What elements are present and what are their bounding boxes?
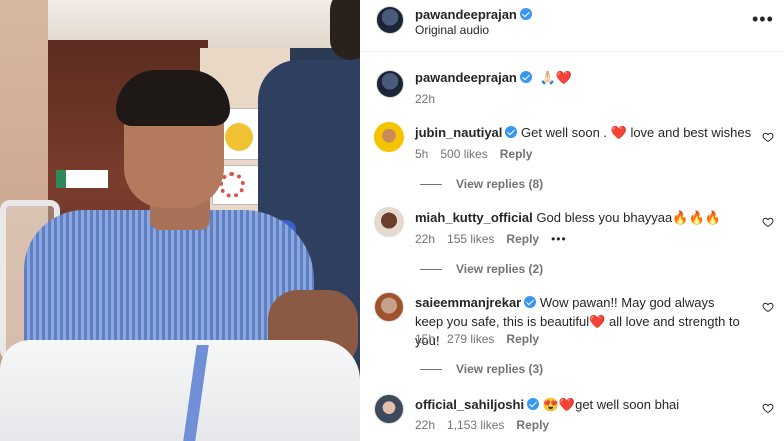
comment-meta: 22h 155 likes Reply •••: [415, 232, 579, 246]
comment-time: 22h: [415, 232, 436, 246]
hospital-sign: [56, 170, 108, 188]
view-replies-button[interactable]: View replies (8): [420, 177, 543, 191]
comment-username[interactable]: miah_kutty_official: [415, 210, 533, 225]
verified-badge-icon: [519, 71, 532, 83]
heart-outline-icon[interactable]: [762, 131, 774, 143]
caption-username[interactable]: pawandeeprajan: [415, 70, 517, 85]
comment-body: Get well soon .: [521, 125, 611, 140]
verified-badge-icon: [505, 126, 518, 138]
comment-likes[interactable]: 1,153 likes: [447, 418, 504, 432]
view-replies-button[interactable]: View replies (2): [420, 262, 543, 276]
comment-avatar[interactable]: [374, 207, 404, 237]
caption-avatar[interactable]: [376, 70, 404, 98]
reply-button[interactable]: Reply: [500, 147, 533, 161]
comment-time: 22h: [415, 418, 436, 432]
comment-body: God bless you bhayyaa: [536, 210, 673, 225]
comment-avatar[interactable]: [374, 292, 404, 322]
blanket: [0, 340, 360, 441]
comment-meta: 15h 279 likes Reply: [415, 332, 551, 346]
comment-text: official_sahiljoshi 😍❤️get well soon bha…: [415, 395, 755, 414]
caption-emojis: 🙏🏻❤️: [539, 70, 572, 85]
heart-outline-icon[interactable]: [762, 301, 774, 313]
heart-emoji: ❤️: [589, 314, 606, 329]
verified-badge-icon: [524, 296, 537, 308]
author-avatar[interactable]: [376, 6, 404, 34]
comment-username[interactable]: official_sahiljoshi: [415, 397, 524, 412]
reply-button[interactable]: Reply: [506, 332, 539, 346]
caption-row: pawandeeprajan 🙏🏻❤️: [415, 70, 572, 86]
reply-button[interactable]: Reply: [516, 418, 549, 432]
author-username-row[interactable]: pawandeeprajan: [415, 7, 532, 22]
heart-outline-icon[interactable]: [762, 402, 774, 414]
comments-panel: pawandeeprajan Original audio ••• pawand…: [360, 0, 784, 441]
comment-avatar[interactable]: [374, 122, 404, 152]
comment-time: 5h: [415, 147, 429, 161]
video-frame[interactable]: [0, 0, 360, 441]
comment-username[interactable]: saieemmanjrekar: [415, 295, 521, 310]
audio-label[interactable]: Original audio: [415, 23, 489, 37]
comment-text: jubin_nautiyal Get well soon . ❤️ love a…: [415, 123, 755, 142]
comment-likes[interactable]: 279 likes: [447, 332, 494, 346]
heart-eyes-emoji: 😍❤️: [542, 397, 576, 412]
caption-time: 22h: [415, 92, 436, 106]
heart-outline-icon[interactable]: [762, 216, 774, 228]
comment-likes[interactable]: 155 likes: [447, 232, 494, 246]
comment-body: get well soon bhai: [575, 397, 680, 412]
verified-badge-icon: [527, 398, 540, 410]
more-horizontal-icon[interactable]: •••: [551, 232, 567, 246]
comment-meta: 5h 500 likes Reply: [415, 147, 544, 161]
patient-hair: [116, 70, 230, 126]
author-username[interactable]: pawandeeprajan: [415, 7, 517, 22]
comment-body-cont: love and best wishes: [626, 125, 752, 140]
comment-meta: 22h 1,153 likes Reply: [415, 418, 561, 432]
verified-badge-icon: [519, 8, 532, 20]
post-header: pawandeeprajan Original audio •••: [360, 0, 784, 52]
fire-emoji: 🔥🔥🔥: [672, 210, 721, 225]
comment-time: 15h: [415, 332, 436, 346]
view-replies-button[interactable]: View replies (3): [420, 362, 543, 376]
doctor-head: [330, 0, 360, 60]
comment-text: miah_kutty_official God bless you bhayya…: [415, 208, 755, 227]
reply-button[interactable]: Reply: [506, 232, 539, 246]
comment-likes[interactable]: 500 likes: [440, 147, 487, 161]
comment-username[interactable]: jubin_nautiyal: [415, 125, 502, 140]
heart-emoji: ❤️: [610, 125, 627, 140]
more-options-icon[interactable]: •••: [752, 10, 774, 28]
comment-avatar[interactable]: [374, 394, 404, 424]
